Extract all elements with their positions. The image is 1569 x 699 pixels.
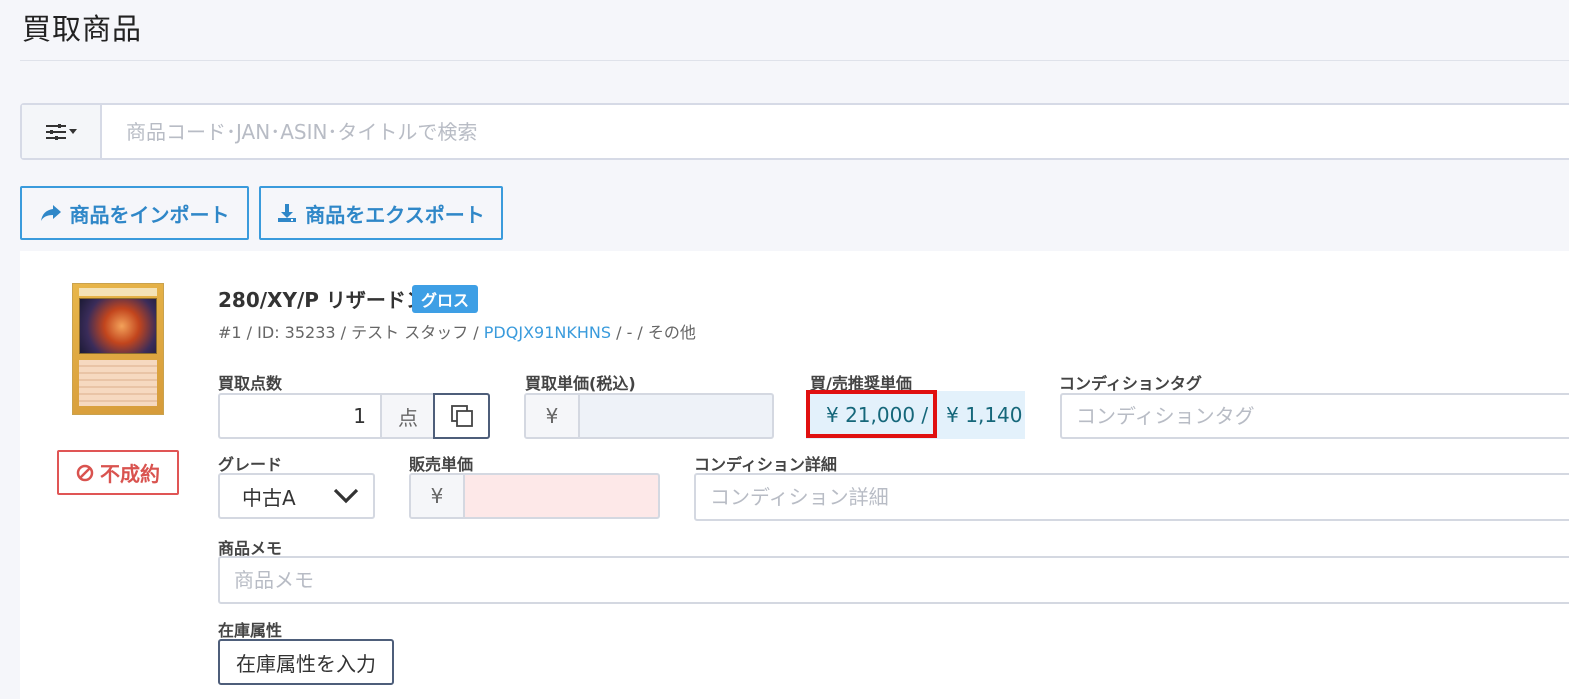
download-icon <box>278 204 297 222</box>
buy-price-currency: ¥ <box>526 395 580 437</box>
search-bar <box>20 103 1569 160</box>
memo-field <box>218 556 1569 604</box>
meta-suffix: / - / その他 <box>611 323 696 342</box>
caret-down-icon <box>68 129 77 134</box>
grade-select[interactable]: 中古A <box>218 473 375 519</box>
share-arrow-icon <box>40 205 61 221</box>
status-not-contracted-button[interactable]: 不成約 <box>57 450 179 495</box>
grade-value: 中古A <box>242 485 296 510</box>
condition-tag-input[interactable] <box>1062 395 1569 437</box>
product-card: 不成約 280/XY/P リザードン グロス #1 / ID: 35233 / … <box>20 251 1569 699</box>
title-divider <box>20 60 1569 61</box>
grade-label: グレード <box>218 455 283 474</box>
product-title: 280/XY/P リザードン <box>218 288 426 312</box>
stock-attr-button[interactable]: 在庫属性を入力 <box>218 639 394 685</box>
condition-detail-label: コンディション詳細 <box>694 455 837 474</box>
sale-price-currency: ¥ <box>411 475 465 517</box>
quantity-label: 買取点数 <box>218 374 283 393</box>
product-code-link[interactable]: PDQJX91NKHNS <box>484 323 611 342</box>
recommended-sell-price: ¥ 1,140 <box>946 403 1023 427</box>
sliders-icon <box>45 123 66 140</box>
condition-tag-field <box>1060 393 1569 439</box>
condition-tag-label: コンディションタグ <box>1059 374 1202 393</box>
sale-price-input[interactable] <box>467 475 658 517</box>
stock-attr-label: 在庫属性 <box>218 621 283 640</box>
status-label: 不成約 <box>100 462 160 486</box>
quantity-unit: 点 <box>380 395 434 437</box>
copy-icon <box>450 405 473 427</box>
page-title: 買取商品 <box>22 12 143 46</box>
export-products-button[interactable]: 商品をエクスポート <box>259 186 503 240</box>
filter-dropdown-button[interactable] <box>22 105 102 158</box>
copy-quantity-button[interactable] <box>433 393 490 439</box>
highlight-box <box>806 390 937 438</box>
import-products-label: 商品をインポート <box>69 202 230 227</box>
sale-price-group: ¥ <box>409 473 660 519</box>
quantity-input[interactable] <box>220 395 380 437</box>
buy-price-label: 買取単価(税込) <box>525 374 636 393</box>
product-meta: #1 / ID: 35233 / テスト スタッフ / PDQJX91NKHNS… <box>218 319 696 343</box>
sale-price-label: 販売単価 <box>409 455 474 474</box>
gloss-badge: グロス <box>412 285 479 313</box>
buy-price-group: ¥ <box>524 393 774 439</box>
buy-price-input[interactable] <box>582 395 772 437</box>
import-products-button[interactable]: 商品をインポート <box>20 186 249 240</box>
meta-prefix: #1 / ID: 35233 / テスト スタッフ / <box>218 323 484 342</box>
export-products-label: 商品をエクスポート <box>305 202 485 227</box>
search-input[interactable] <box>104 105 1564 158</box>
product-image[interactable] <box>72 283 164 415</box>
ban-icon <box>76 464 94 481</box>
memo-input[interactable] <box>220 558 1569 602</box>
condition-detail-input[interactable] <box>696 475 1569 519</box>
condition-detail-field <box>694 473 1569 521</box>
chevron-down-icon <box>333 488 359 504</box>
